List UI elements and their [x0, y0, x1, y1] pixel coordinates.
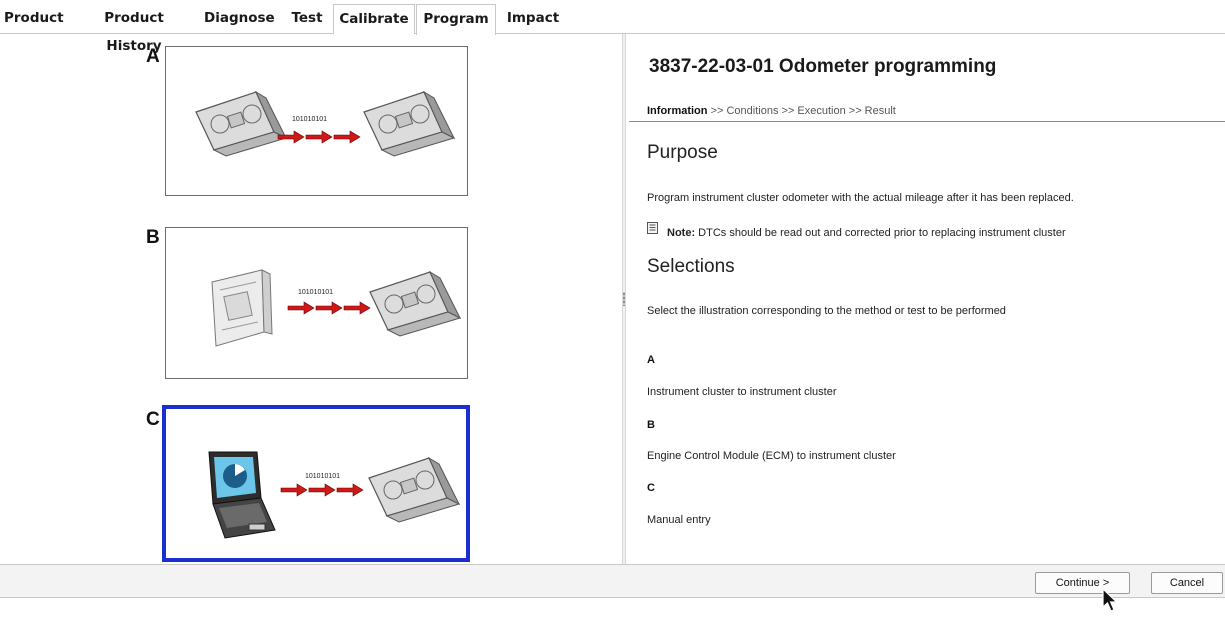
tab-calibrate[interactable]: Calibrate — [333, 4, 415, 34]
mouse-pointer-icon — [1102, 588, 1118, 612]
option-letter-b: B — [647, 419, 655, 431]
note-label: Note: — [667, 227, 696, 239]
information-pane: 3837-22-03-01 Odometer programming Infor… — [627, 34, 1225, 564]
laptop-icon — [208, 451, 276, 539]
instrument-cluster-icon — [368, 456, 461, 523]
page-title: 3837-22-03-01 Odometer programming — [649, 56, 997, 77]
illustration-letter-a: A — [146, 46, 160, 67]
breadcrumb-divider — [629, 121, 1225, 122]
note-text-line: Note: DTCs should be read out and correc… — [667, 227, 1066, 239]
tab-diagnose[interactable]: Diagnose — [204, 4, 275, 34]
instrument-cluster-icon — [369, 270, 462, 337]
breadcrumb-current: Information — [647, 105, 708, 117]
illustration-b[interactable]: 101010101 — [165, 227, 468, 379]
option-text-a: Instrument cluster to instrument cluster — [647, 386, 837, 398]
note-text: DTCs should be read out and corrected pr… — [698, 227, 1066, 239]
engine-control-module-icon — [211, 269, 273, 347]
tab-impact[interactable]: Impact — [503, 4, 563, 34]
illustration-c[interactable]: 101010101 — [162, 405, 470, 562]
instrument-cluster-icon — [363, 90, 456, 157]
purpose-heading: Purpose — [647, 142, 718, 163]
tab-program[interactable]: Program — [416, 4, 496, 35]
bottom-action-bar: Continue > Cancel — [0, 564, 1225, 598]
illustration-letter-b: B — [146, 227, 160, 248]
tab-product-history[interactable]: Product History — [78, 4, 190, 54]
option-text-b: Engine Control Module (ECM) to instrumen… — [647, 450, 896, 462]
top-tab-bar: Product Product History Diagnose Test Ca… — [0, 0, 1225, 54]
splitter-grip-icon — [623, 292, 625, 306]
option-text-c: Manual entry — [647, 514, 711, 526]
bits-label: 101010101 — [305, 473, 340, 480]
illustration-pane: A 101010101 B 101010101 C 101010101 — [0, 34, 622, 564]
illustration-a[interactable]: 101010101 — [165, 46, 468, 196]
option-letter-c: C — [647, 482, 655, 494]
instrument-cluster-icon — [195, 90, 288, 157]
purpose-text: Program instrument cluster odometer with… — [647, 192, 1074, 204]
breadcrumb-rest: >> Conditions >> Execution >> Result — [710, 105, 896, 117]
tab-product[interactable]: Product — [4, 4, 64, 34]
option-letter-a: A — [647, 354, 655, 366]
arrows-icon — [280, 483, 364, 497]
selections-text: Select the illustration corresponding to… — [647, 305, 1006, 317]
tab-test[interactable]: Test — [287, 4, 327, 34]
selections-heading: Selections — [647, 256, 735, 277]
arrows-icon — [277, 130, 361, 144]
bits-label: 101010101 — [298, 289, 333, 296]
illustration-letter-c: C — [146, 409, 160, 430]
arrows-icon — [287, 301, 371, 315]
bits-label: 101010101 — [292, 116, 327, 123]
cancel-button[interactable]: Cancel — [1151, 572, 1223, 594]
breadcrumb: Information >> Conditions >> Execution >… — [647, 105, 896, 117]
pane-splitter[interactable] — [622, 34, 626, 564]
note-icon — [647, 222, 658, 234]
